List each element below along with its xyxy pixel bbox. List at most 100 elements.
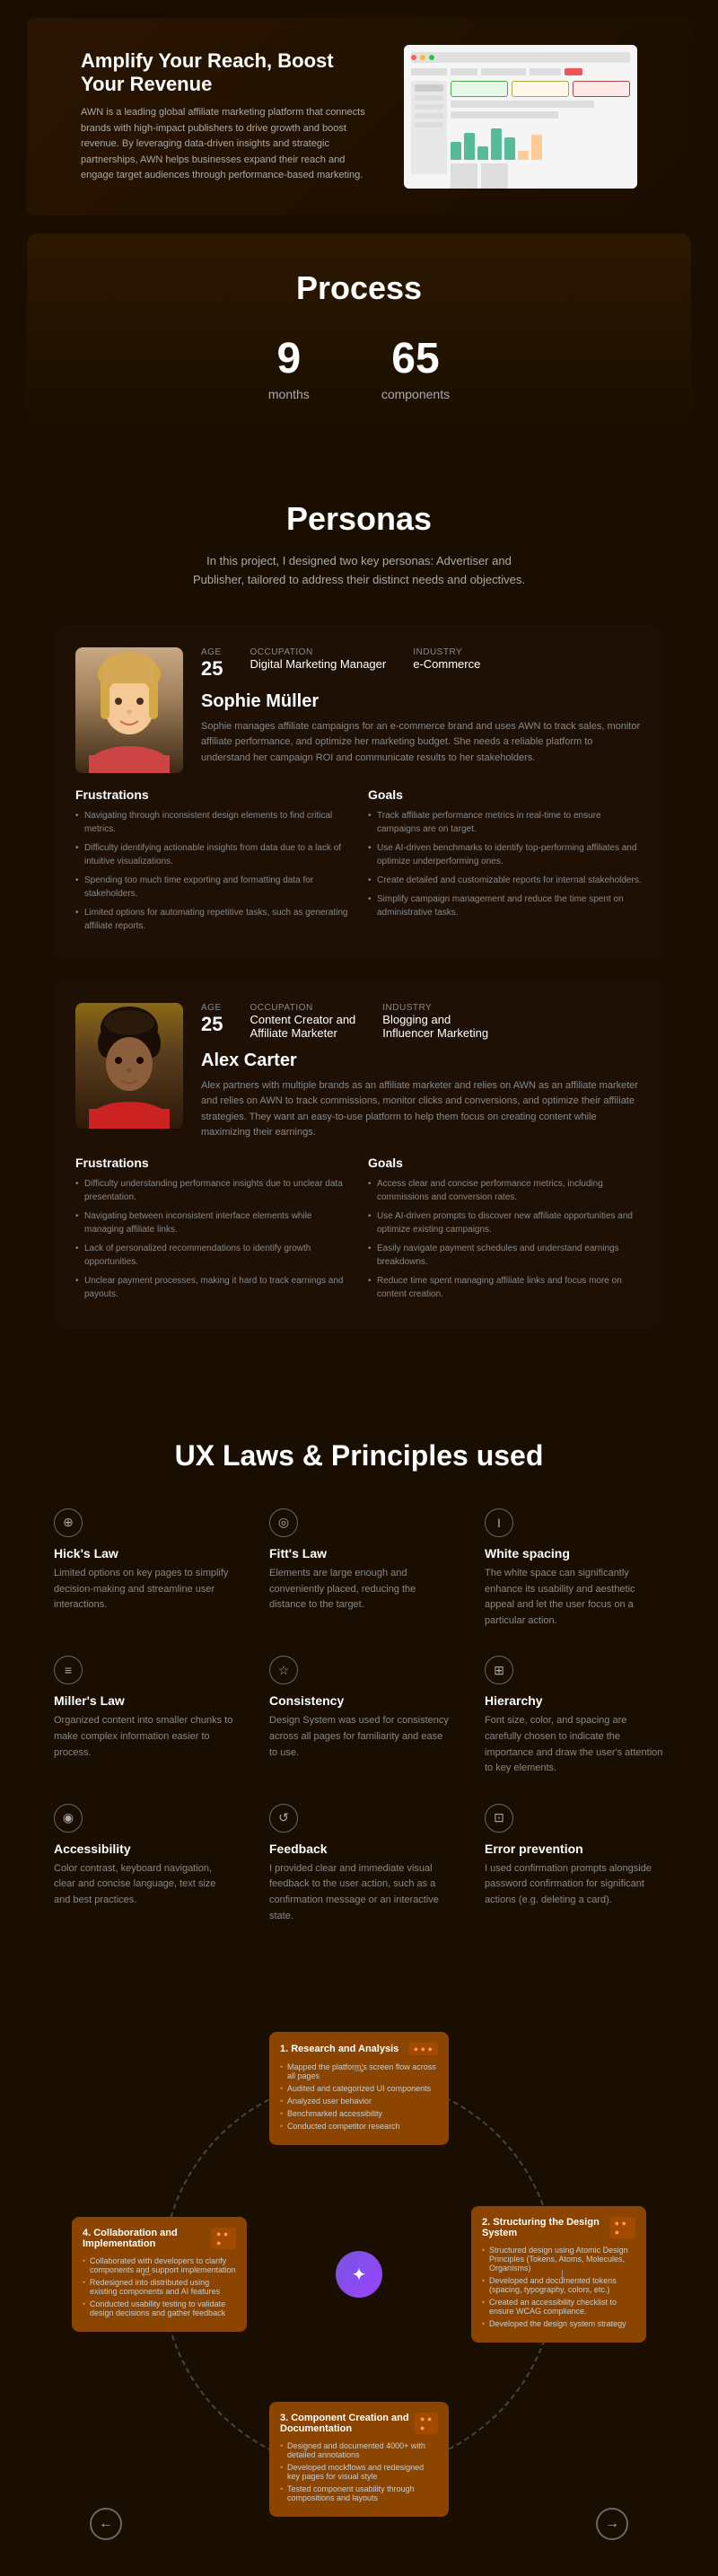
law-icon-1: ◎ xyxy=(269,1508,298,1537)
sophie-description: Sophie manages affiliate campaigns for a… xyxy=(201,719,643,767)
node-3-item-1: Developed mockflows and redesigned key p… xyxy=(280,2463,438,2481)
hero-section: Amplify Your Reach, Boost Your Revenue A… xyxy=(27,18,691,215)
sophie-goals-list: Track affiliate performance metrics in r… xyxy=(368,809,643,919)
law-icon-6: ◉ xyxy=(54,1804,83,1833)
sophie-frustrations: Frustrations Navigating through inconsis… xyxy=(75,787,350,938)
law-item-3: ≡ Miller's Law Organized content into sm… xyxy=(54,1656,233,1776)
node-3-item-2: Tested component usability through compo… xyxy=(280,2484,438,2502)
law-icon-7: ↺ xyxy=(269,1804,298,1833)
circle-flow: 1. Research and Analysis ● ● ● Mapped th… xyxy=(81,2014,637,2535)
alex-frustrations: Frustrations Difficulty understanding pe… xyxy=(75,1156,350,1306)
flow-node-1: 1. Research and Analysis ● ● ● Mapped th… xyxy=(269,2032,449,2145)
law-icon-0: ⊕ xyxy=(54,1508,83,1537)
law-item-4: ☆ Consistency Design System was used for… xyxy=(269,1656,449,1776)
law-title-3: Miller's Law xyxy=(54,1693,233,1708)
law-desc-6: Color contrast, keyboard navigation, cle… xyxy=(54,1861,233,1909)
top-arrow: → xyxy=(351,2059,367,2078)
personas-section: Personas In this project, I designed two… xyxy=(0,446,718,1385)
law-desc-0: Limited options on key pages to simplify… xyxy=(54,1566,233,1613)
node-4-item-0: Collaborated with developers to clarify … xyxy=(83,2256,236,2274)
stat-components-number: 65 xyxy=(381,334,450,383)
alex-goals: Goals Access clear and concise performan… xyxy=(368,1156,643,1306)
law-icon-5: ⊞ xyxy=(485,1656,513,1684)
flow-node-3: 3. Component Creation and Documentation … xyxy=(269,2402,449,2517)
node-4-badge: ● ● ● xyxy=(211,2228,236,2249)
frustration-item: Difficulty understanding performance ins… xyxy=(75,1177,350,1204)
node-2-title: 2. Structuring the Design System xyxy=(482,2217,609,2238)
law-desc-4: Design System was used for consistency a… xyxy=(269,1713,449,1761)
alex-goals-list: Access clear and concise performance met… xyxy=(368,1177,643,1301)
personas-title: Personas xyxy=(54,500,664,538)
law-desc-8: I used confirmation prompts alongside pa… xyxy=(485,1861,664,1909)
goal-item: Use AI-driven benchmarks to identify top… xyxy=(368,841,643,868)
goal-item: Easily navigate payment schedules and un… xyxy=(368,1242,643,1269)
industry-label-alex: Industry xyxy=(382,1003,488,1013)
persona-card-alex: Age 25 Occupation Content Creator and Af… xyxy=(54,981,664,1328)
stat-components-label: components xyxy=(381,387,450,401)
frustrations-title-alex: Frustrations xyxy=(75,1156,350,1170)
node-3-badge: ● ● ● xyxy=(415,2413,438,2434)
alex-frustrations-list: Difficulty understanding performance ins… xyxy=(75,1177,350,1301)
stat-months-label: months xyxy=(268,387,310,401)
law-icon-8: ⊡ xyxy=(485,1804,513,1833)
node-1-item-3: Benchmarked accessibility xyxy=(280,2109,438,2118)
persona-card-sophie: Age 25 Occupation Digital Marketing Mana… xyxy=(54,626,664,960)
node-4-item-2: Conducted usability testing to validate … xyxy=(83,2299,236,2317)
alex-name: Alex Carter xyxy=(201,1051,643,1071)
alex-age: 25 xyxy=(201,1013,223,1036)
sophie-age: 25 xyxy=(201,657,223,681)
frustration-item: Unclear payment processes, making it har… xyxy=(75,1274,350,1301)
stat-months-number: 9 xyxy=(268,334,310,383)
law-item-6: ◉ Accessibility Color contrast, keyboard… xyxy=(54,1804,233,1924)
process-flow-section: 1. Research and Analysis ● ● ● Mapped th… xyxy=(0,1978,718,2576)
goal-item: Reduce time spent managing affiliate lin… xyxy=(368,1274,643,1301)
node-3-title: 3. Component Creation and Documentation xyxy=(280,2413,415,2434)
goal-item: Use AI-driven prompts to discover new af… xyxy=(368,1209,643,1236)
goal-item: Access clear and concise performance met… xyxy=(368,1177,643,1204)
ux-laws-section: UX Laws & Principles used ⊕ Hick's Law L… xyxy=(0,1385,718,1978)
age-label: Age xyxy=(201,647,223,657)
hero-title: Amplify Your Reach, Boost Your Revenue xyxy=(81,49,377,96)
law-desc-3: Organized content into smaller chunks to… xyxy=(54,1713,233,1761)
frustration-item: Navigating through inconsistent design e… xyxy=(75,809,350,836)
alex-occupation: Content Creator and Affiliate Marketer xyxy=(250,1013,355,1040)
frustration-item: Spending too much time exporting and for… xyxy=(75,874,350,901)
stat-components: 65 components xyxy=(381,334,450,401)
law-title-6: Accessibility xyxy=(54,1842,233,1856)
node-4-title: 4. Collaboration and Implementation xyxy=(83,2228,211,2249)
law-desc-7: I provided clear and immediate visual fe… xyxy=(269,1861,449,1924)
law-item-8: ⊡ Error prevention I used confirmation p… xyxy=(485,1804,664,1924)
law-icon-3: ≡ xyxy=(54,1656,83,1684)
law-title-4: Consistency xyxy=(269,1693,449,1708)
node-1-title: 1. Research and Analysis xyxy=(280,2044,398,2054)
alex-description: Alex partners with multiple brands as an… xyxy=(201,1078,643,1141)
goals-title: Goals xyxy=(368,787,643,802)
hero-text: Amplify Your Reach, Boost Your Revenue A… xyxy=(81,49,377,184)
flow-node-4: 4. Collaboration and Implementation ● ● … xyxy=(72,2217,247,2332)
law-item-1: ◎ Fitt's Law Elements are large enough a… xyxy=(269,1508,449,1629)
node-2-item-2: Created an accessibility checklist to en… xyxy=(482,2298,635,2316)
frustration-item: Lack of personalized recommendations to … xyxy=(75,1242,350,1269)
process-stats: 9 months 65 components xyxy=(63,334,655,401)
goals-title-alex: Goals xyxy=(368,1156,643,1170)
node-4-item-1: Redesigned into distributed using existi… xyxy=(83,2278,236,2296)
frustration-item: Difficulty identifying actionable insigh… xyxy=(75,841,350,868)
law-desc-1: Elements are large enough and convenient… xyxy=(269,1566,449,1613)
law-title-8: Error prevention xyxy=(485,1842,664,1856)
hero-image xyxy=(404,45,637,189)
sophie-goals: Goals Track affiliate performance metric… xyxy=(368,787,643,938)
process-section: Process 9 months 65 components xyxy=(27,233,691,437)
laws-grid: ⊕ Hick's Law Limited options on key page… xyxy=(54,1508,664,1924)
sophie-occupation: Digital Marketing Manager xyxy=(250,657,386,671)
law-desc-2: The white space can significantly enhanc… xyxy=(485,1566,664,1629)
sophie-name: Sophie Müller xyxy=(201,691,643,712)
age-label-alex: Age xyxy=(201,1003,223,1013)
alex-industry: Blogging and Influencer Marketing xyxy=(382,1013,488,1040)
hero-description: AWN is a leading global affiliate market… xyxy=(81,105,377,184)
industry-label: Industry xyxy=(413,647,480,657)
ux-laws-title: UX Laws & Principles used xyxy=(54,1439,664,1473)
law-title-2: White spacing xyxy=(485,1546,664,1561)
law-title-0: Hick's Law xyxy=(54,1546,233,1561)
law-item-7: ↺ Feedback I provided clear and immediat… xyxy=(269,1804,449,1924)
node-1-item-1: Audited and categorized UI components xyxy=(280,2084,438,2093)
